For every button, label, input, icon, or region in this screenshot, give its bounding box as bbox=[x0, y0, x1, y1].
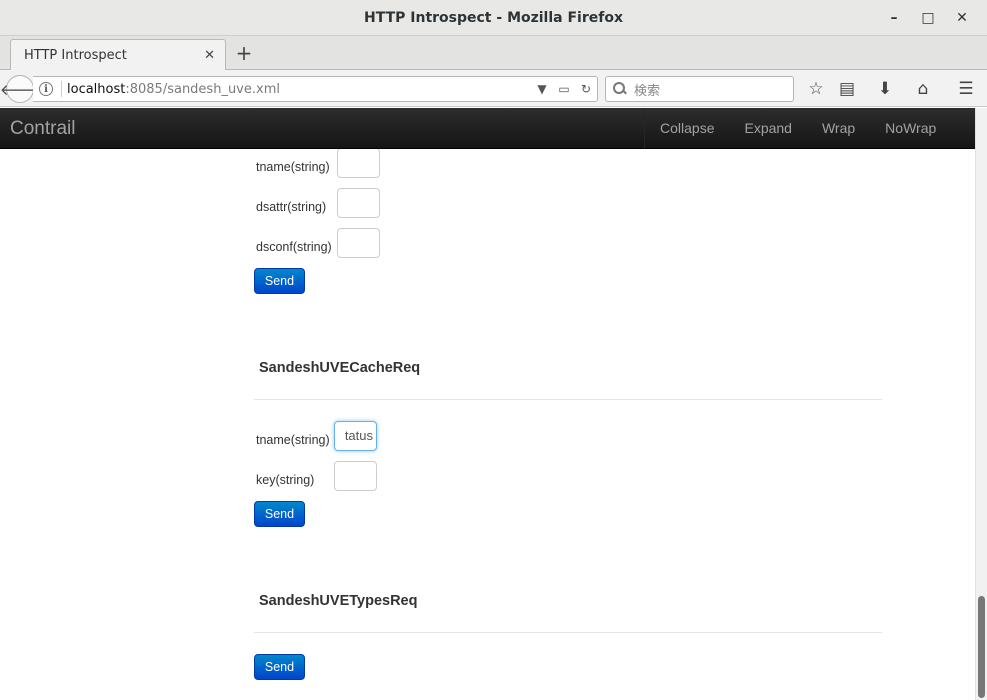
bookmark-star-icon[interactable]: ☆ bbox=[803, 76, 829, 102]
dropdown-arrow-icon[interactable]: ▼ bbox=[531, 82, 553, 96]
menu-item-collapse[interactable]: Collapse bbox=[645, 108, 729, 149]
page-content: tname(string) dsattr(string) dsconf(stri… bbox=[0, 149, 975, 700]
search-bar[interactable]: 検索 bbox=[605, 76, 794, 102]
tab-strip: HTTP Introspect ✕ + bbox=[0, 36, 987, 71]
window-titlebar: HTTP Introspect - Mozilla Firefox – □ ✕ bbox=[0, 0, 987, 36]
brand-logo[interactable]: Contrail bbox=[10, 108, 75, 149]
hamburger-menu-icon[interactable]: ☰ bbox=[953, 76, 979, 102]
dsattr-input[interactable] bbox=[337, 188, 380, 218]
url-separator bbox=[61, 81, 62, 97]
reload-icon[interactable]: ↻ bbox=[575, 82, 597, 96]
section-title-types-req: SandeshUVETypesReq bbox=[259, 593, 418, 609]
tab-close-icon[interactable]: ✕ bbox=[204, 48, 215, 63]
bookmarks-list-icon[interactable]: ▤ bbox=[834, 76, 860, 102]
window-controls: – □ ✕ bbox=[877, 0, 979, 36]
url-text[interactable]: localhost:8085/sandesh_uve.xml bbox=[67, 82, 531, 97]
section-divider bbox=[254, 632, 882, 633]
key-input[interactable] bbox=[334, 461, 377, 491]
menu-item-nowrap[interactable]: NoWrap bbox=[870, 108, 951, 149]
new-tab-button[interactable]: + bbox=[232, 40, 256, 66]
maximize-icon[interactable]: □ bbox=[911, 0, 945, 36]
reader-view-icon[interactable]: ▭ bbox=[553, 82, 575, 96]
send-button[interactable]: Send bbox=[254, 654, 305, 680]
close-window-icon[interactable]: ✕ bbox=[945, 0, 979, 36]
tname-label: tname(string) bbox=[256, 160, 330, 174]
tab-http-introspect[interactable]: HTTP Introspect ✕ bbox=[10, 39, 226, 71]
site-info-icon[interactable]: i bbox=[39, 82, 53, 96]
search-placeholder: 検索 bbox=[634, 83, 661, 99]
scroll-thumb[interactable] bbox=[978, 596, 985, 698]
app-menu: Collapse Expand Wrap NoWrap bbox=[644, 108, 951, 149]
url-path: :8085/sandesh_uve.xml bbox=[125, 81, 280, 97]
download-icon[interactable]: ⬇ bbox=[872, 76, 898, 102]
menu-item-expand[interactable]: Expand bbox=[729, 108, 806, 149]
send-button[interactable]: Send bbox=[254, 501, 305, 527]
navigation-bar: 🡐 i localhost:8085/sandesh_uve.xml ▼ ▭ ↻… bbox=[0, 70, 987, 107]
tab-title: HTTP Introspect bbox=[24, 48, 127, 63]
search-icon bbox=[612, 81, 628, 97]
app-header: Contrail Collapse Expand Wrap NoWrap bbox=[0, 108, 975, 149]
minimize-icon[interactable]: – bbox=[877, 0, 911, 36]
window-title: HTTP Introspect - Mozilla Firefox bbox=[364, 9, 623, 26]
send-button[interactable]: Send bbox=[254, 268, 305, 294]
menu-item-wrap[interactable]: Wrap bbox=[807, 108, 870, 149]
page-scrollbar[interactable] bbox=[975, 108, 987, 700]
tname-input[interactable]: tatus bbox=[334, 421, 377, 451]
url-host: localhost bbox=[67, 81, 126, 97]
dsconf-input[interactable] bbox=[337, 228, 380, 258]
tname-label: tname(string) bbox=[256, 433, 330, 447]
home-icon[interactable]: ⌂ bbox=[910, 76, 936, 102]
url-bar[interactable]: i localhost:8085/sandesh_uve.xml ▼ ▭ ↻ bbox=[33, 76, 598, 102]
section-title-cache-req: SandeshUVECacheReq bbox=[259, 360, 421, 376]
key-label: key(string) bbox=[256, 473, 315, 487]
tname-input[interactable] bbox=[337, 149, 380, 178]
section-divider bbox=[254, 399, 882, 400]
back-button[interactable]: 🡐 bbox=[0, 75, 40, 103]
dsattr-label: dsattr(string) bbox=[256, 200, 327, 214]
dsconf-label: dsconf(string) bbox=[256, 240, 332, 254]
